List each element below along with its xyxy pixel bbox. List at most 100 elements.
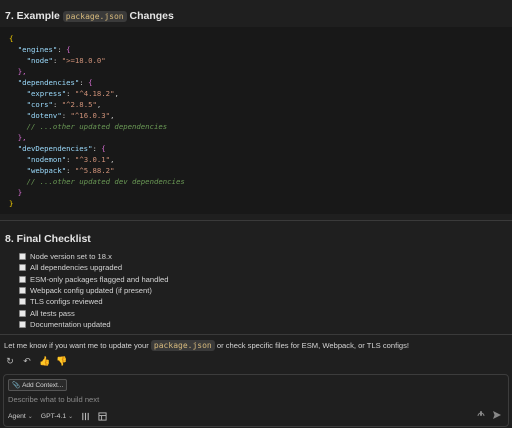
code-token: : bbox=[66, 89, 75, 98]
checklist-item: TLS configs reviewed bbox=[19, 296, 103, 307]
checklist-item-label: All dependencies upgraded bbox=[30, 263, 123, 273]
code-line: "cors": "^2.8.5", bbox=[9, 99, 102, 110]
code-token: "^5.88.2" bbox=[74, 166, 115, 175]
code-token: } bbox=[9, 199, 14, 208]
code-line: "nodemon": "^3.0.1", bbox=[9, 154, 115, 165]
checklist-item: All dependencies upgraded bbox=[19, 262, 122, 273]
chat-input-placeholder[interactable]: Describe what to build next bbox=[8, 395, 99, 404]
checklist-item: All tests pass bbox=[19, 308, 75, 319]
code-line: "express": "^4.18.2", bbox=[9, 88, 119, 99]
chevron-down-icon: ⌄ bbox=[27, 414, 33, 420]
checklist-item-label: TLS configs reviewed bbox=[30, 297, 103, 307]
code-line: { bbox=[9, 33, 13, 44]
tools-icon[interactable] bbox=[81, 412, 90, 421]
code-line: "engines": { bbox=[9, 44, 71, 55]
code-token: } bbox=[9, 188, 23, 197]
code-token: , bbox=[96, 100, 102, 109]
checklist-item: ESM-only packages flagged and handled bbox=[19, 274, 168, 285]
code-token: "engines" bbox=[9, 45, 58, 54]
checklist-item: Node version set to 18.x bbox=[19, 251, 112, 262]
code-token: "node" bbox=[9, 56, 53, 65]
code-token: "webpack" bbox=[9, 166, 67, 175]
assistant-message: Let me know if you want me to update you… bbox=[4, 340, 410, 351]
send-icon[interactable] bbox=[492, 410, 502, 420]
code-line: } bbox=[9, 187, 22, 198]
checkbox[interactable] bbox=[19, 253, 26, 260]
checkbox[interactable] bbox=[19, 320, 26, 328]
code-line: }, bbox=[9, 66, 27, 77]
code-token: "^3.0.1" bbox=[74, 155, 111, 164]
code-token: { bbox=[88, 78, 93, 87]
checklist-item-label: Documentation updated bbox=[30, 319, 111, 329]
code-token: "express" bbox=[9, 89, 67, 98]
retry-icon[interactable]: ↻ bbox=[5, 356, 15, 366]
section-divider bbox=[0, 220, 512, 221]
message-divider bbox=[0, 334, 512, 335]
send-controls bbox=[476, 410, 502, 420]
code-token: // ...other updated dev dependencies bbox=[9, 177, 185, 186]
checkbox[interactable] bbox=[19, 275, 26, 283]
code-line: // ...other updated dependencies bbox=[9, 121, 168, 132]
code-token: : bbox=[52, 100, 62, 109]
code-token: }, bbox=[9, 133, 27, 142]
code-token: }, bbox=[9, 67, 27, 76]
code-token: "dotenv" bbox=[9, 111, 62, 120]
section-7-heading: 7. Example package.json Changes bbox=[5, 10, 174, 22]
model-dropdown[interactable]: GPT-4.1 ⌄ bbox=[41, 413, 73, 420]
code-token: : bbox=[79, 78, 89, 87]
code-token: { bbox=[66, 45, 71, 54]
message-actions: ↻ ↶ 👍 👎 bbox=[5, 356, 67, 366]
code-token: ">=18.0.0" bbox=[61, 56, 106, 65]
code-line: "webpack": "^5.88.2" bbox=[9, 165, 115, 176]
code-line: } bbox=[9, 198, 13, 209]
code-line: }, bbox=[9, 132, 27, 143]
checkbox[interactable] bbox=[19, 286, 26, 294]
code-token: { bbox=[9, 34, 14, 43]
chevron-down-icon: ⌄ bbox=[68, 414, 74, 420]
code-token: , bbox=[114, 89, 119, 98]
code-token: // ...other updated dependencies bbox=[9, 122, 168, 131]
thumbs-up-icon[interactable]: 👍 bbox=[39, 356, 50, 366]
inline-code-package-json-2: package.json bbox=[150, 340, 215, 351]
code-token: "^4.18.2" bbox=[74, 89, 115, 98]
code-token: : bbox=[66, 155, 75, 164]
checkbox[interactable] bbox=[19, 309, 26, 317]
undo-icon[interactable]: ↶ bbox=[22, 356, 32, 366]
add-context-button[interactable]: 📎 Add Context... bbox=[8, 379, 68, 391]
code-token: : bbox=[92, 144, 102, 153]
code-line: "devDependencies": { bbox=[9, 143, 106, 154]
code-line: // ...other updated dev dependencies bbox=[9, 176, 185, 187]
checklist-item-label: Node version set to 18.x bbox=[30, 252, 112, 261]
checklist-item: Webpack config updated (if present) bbox=[19, 285, 152, 296]
workspace-icon[interactable] bbox=[98, 412, 107, 421]
code-line: "node": ">=18.0.0" bbox=[9, 55, 106, 66]
thumbs-down-icon[interactable]: 👎 bbox=[56, 356, 67, 366]
code-token: "cors" bbox=[9, 100, 53, 109]
chat-toolbar: Agent ⌄ GPT-4.1 ⌄ bbox=[8, 412, 107, 421]
checklist-item-label: All tests pass bbox=[30, 308, 75, 318]
chat-input-box[interactable]: 📎 Add Context... Describe what to build … bbox=[3, 374, 509, 427]
code-token: "nodemon" bbox=[9, 155, 67, 164]
section-8-heading: 8. Final Checklist bbox=[5, 233, 91, 245]
code-token: { bbox=[101, 144, 106, 153]
code-token: : bbox=[66, 166, 75, 175]
checklist-item-label: ESM-only packages flagged and handled bbox=[30, 274, 169, 284]
inline-code-package-json: package.json bbox=[62, 11, 127, 22]
code-token: "dependencies" bbox=[9, 78, 80, 87]
code-token: : bbox=[57, 45, 67, 54]
checkbox[interactable] bbox=[19, 264, 26, 272]
voice-icon[interactable] bbox=[476, 410, 486, 420]
code-token: : bbox=[52, 56, 62, 65]
code-token: , bbox=[110, 155, 115, 164]
checklist-item-label: Webpack config updated (if present) bbox=[30, 285, 152, 295]
checkbox[interactable] bbox=[19, 298, 26, 306]
code-token: "^2.8.5" bbox=[61, 100, 97, 109]
code-line: "dotenv": "^16.0.3", bbox=[9, 110, 115, 121]
mode-dropdown[interactable]: Agent ⌄ bbox=[8, 413, 33, 420]
code-block[interactable]: { "engines": { "node": ">=18.0.0" }, "de… bbox=[0, 27, 512, 214]
code-token: "devDependencies" bbox=[9, 144, 93, 153]
code-token: : bbox=[61, 111, 71, 120]
code-line: "dependencies": { bbox=[9, 77, 93, 88]
code-token: , bbox=[110, 111, 115, 120]
code-token: "^16.0.3" bbox=[70, 111, 111, 120]
